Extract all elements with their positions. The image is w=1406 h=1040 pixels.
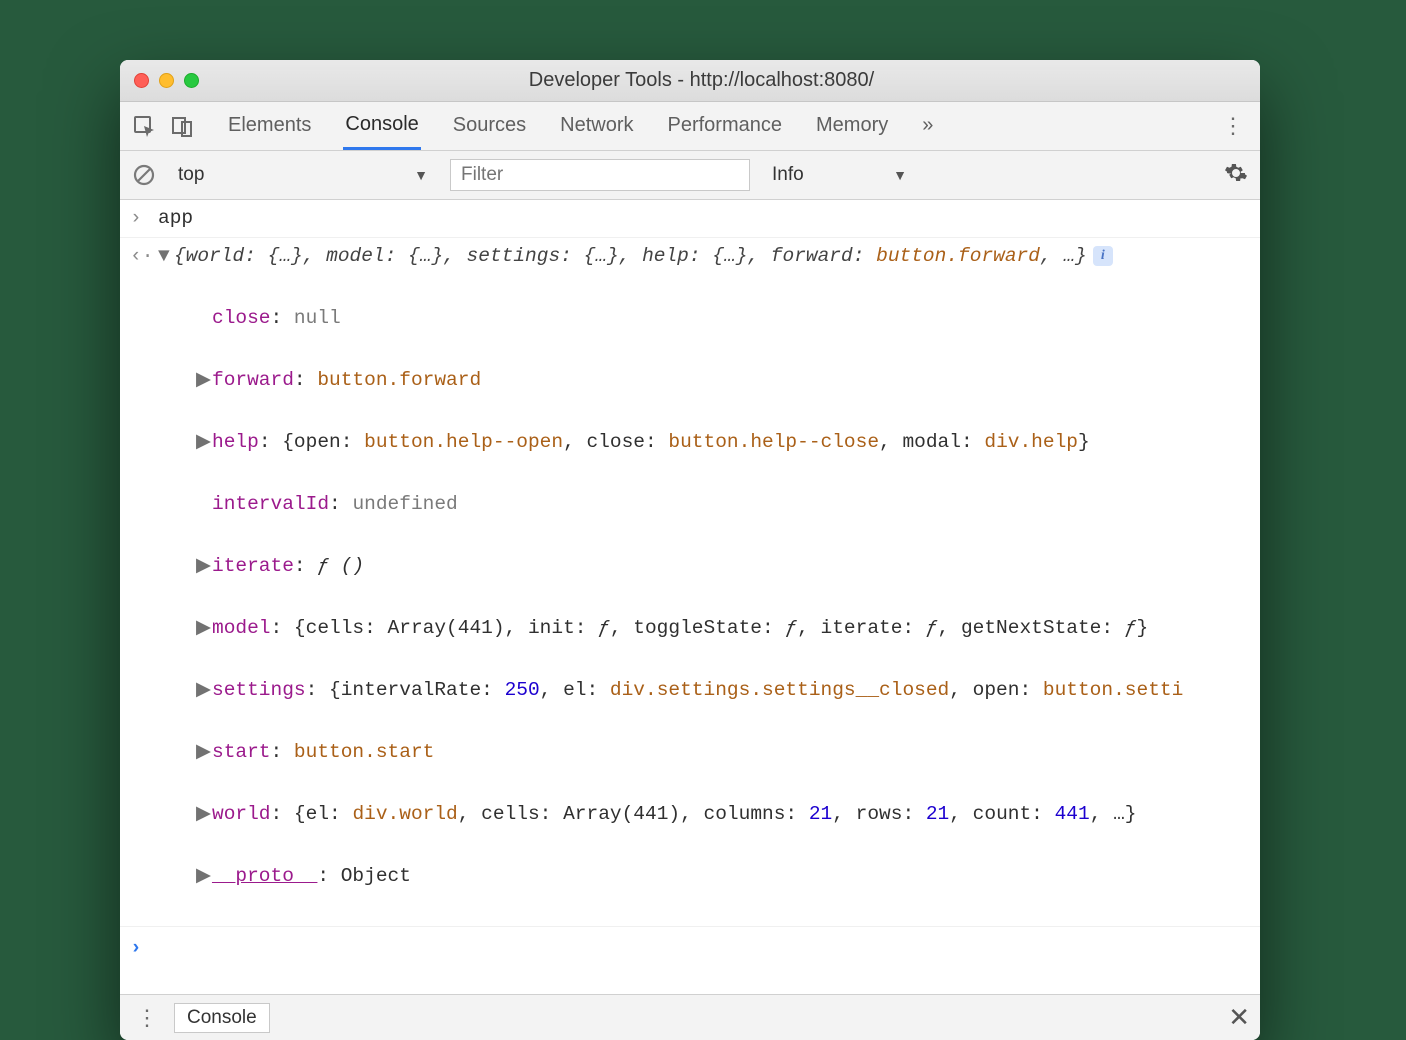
drawer-console-tab[interactable]: Console [174,1003,270,1033]
filter-input[interactable] [450,159,750,191]
prop-model[interactable]: ▶model: {cells: Array(441), init: ƒ, tog… [196,613,1250,644]
output-chevron-icon: ‹· [130,241,158,272]
minimize-window-button[interactable] [159,73,174,88]
more-tabs-button[interactable]: » [920,104,935,148]
prop-help[interactable]: ▶help: {open: button.help--open, close: … [196,427,1250,458]
dropdown-icon: ▼ [893,167,907,183]
tab-elements[interactable]: Elements [226,104,313,148]
tab-sources[interactable]: Sources [451,104,528,148]
log-level-selector[interactable]: Info ▼ [762,158,917,192]
dropdown-icon: ▼ [414,167,428,183]
window-title: Developer Tools - http://localhost:8080/ [217,69,1186,92]
object-properties: close: null ▶forward: button.forward ▶he… [158,272,1250,923]
prop-world[interactable]: ▶world: {el: div.world, cells: Array(441… [196,799,1250,830]
devtools-window: Developer Tools - http://localhost:8080/… [120,60,1260,1040]
context-selector-value: top [178,164,204,186]
console-settings-icon[interactable] [1224,161,1248,190]
tab-console[interactable]: Console [343,103,420,150]
context-selector[interactable]: top ▼ [168,158,438,192]
devtools-tabbar: Elements Console Sources Network Perform… [120,102,1260,151]
traffic-lights [134,73,199,88]
prompt-chevron-icon: › [130,933,158,964]
drawer-menu-icon[interactable]: ⋮ [130,1005,164,1031]
prop-close[interactable]: close: null [196,303,1250,334]
close-drawer-icon[interactable]: ✕ [1228,1002,1250,1033]
zoom-window-button[interactable] [184,73,199,88]
tab-performance[interactable]: Performance [666,104,785,148]
device-toolbar-icon[interactable] [168,112,196,140]
console-output: › app ‹· ▼{world: {…}, model: {…}, setti… [120,200,1260,995]
titlebar: Developer Tools - http://localhost:8080/ [120,60,1260,102]
clear-console-icon[interactable] [132,163,156,187]
inspect-element-icon[interactable] [130,112,158,140]
prop-iterate[interactable]: ▶iterate: ƒ () [196,551,1250,582]
tab-memory[interactable]: Memory [814,104,890,148]
input-chevron-icon: › [130,203,158,234]
prop-intervalid[interactable]: intervalId: undefined [196,489,1250,520]
panel-tabs: Elements Console Sources Network Perform… [226,103,1206,150]
console-filter-bar: top ▼ Info ▼ [120,151,1260,200]
prop-settings[interactable]: ▶settings: {intervalRate: 250, el: div.s… [196,675,1250,706]
prop-proto[interactable]: ▶__proto__: Object [196,861,1250,892]
prop-forward[interactable]: ▶forward: button.forward [196,365,1250,396]
log-level-value: Info [772,164,804,186]
console-input-echo[interactable]: › app [120,200,1260,238]
close-window-button[interactable] [134,73,149,88]
object-summary[interactable]: {world: {…}, model: {…}, settings: {…}, … [174,245,1087,267]
drawer-footer: ⋮ Console ✕ [120,995,1260,1040]
console-prompt[interactable]: › [120,926,1260,994]
result-content: ▼{world: {…}, model: {…}, settings: {…},… [158,241,1250,923]
kebab-menu-icon[interactable]: ⋮ [1216,113,1250,139]
disclosure-triangle-icon[interactable]: ▼ [158,241,174,272]
input-text: app [158,203,1250,234]
prop-start[interactable]: ▶start: button.start [196,737,1250,768]
console-result[interactable]: ‹· ▼{world: {…}, model: {…}, settings: {… [120,238,1260,926]
tab-network[interactable]: Network [558,104,635,148]
info-badge-icon[interactable]: i [1093,246,1113,266]
